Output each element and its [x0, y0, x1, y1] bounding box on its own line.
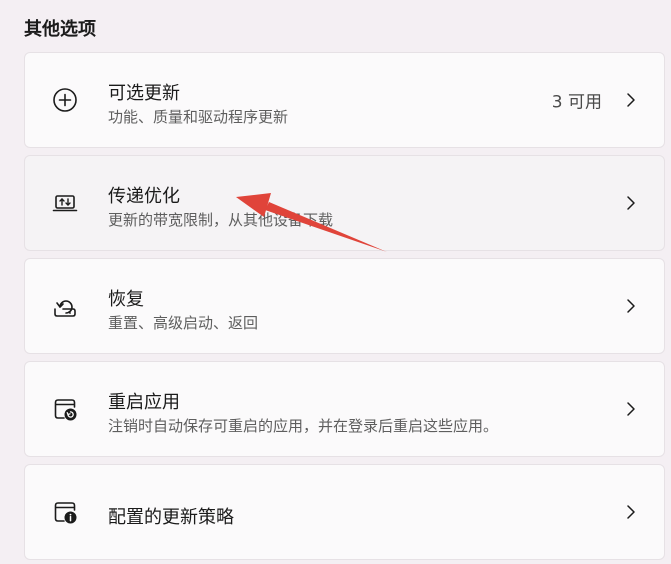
plus-circle-icon: [51, 86, 79, 114]
recovery-icon: [51, 292, 79, 320]
delivery-optimization-subtitle: 更新的带宽限制，从其他设备下载: [108, 211, 334, 229]
delivery-optimization-card[interactable]: 传递优化 更新的带宽限制，从其他设备下载: [24, 155, 665, 251]
chevron-right-icon: [624, 399, 638, 419]
restart-apps-icon: [51, 395, 79, 423]
delivery-optimization-title: 传递优化: [108, 186, 180, 207]
restart-apps-card[interactable]: 重启应用 注销时自动保存可重启的应用，并在登录后重启这些应用。: [24, 361, 665, 457]
optional-updates-card[interactable]: 可选更新 功能、质量和驱动程序更新 3 可用: [24, 52, 665, 148]
laptop-transfer-icon: [51, 189, 79, 217]
chevron-right-icon: [624, 90, 638, 110]
chevron-right-icon: [624, 502, 638, 522]
restart-apps-title: 重启应用: [108, 392, 180, 413]
chevron-right-icon: [624, 296, 638, 316]
chevron-right-icon: [624, 193, 638, 213]
recovery-card[interactable]: 恢复 重置、高级启动、返回: [24, 258, 665, 354]
update-policies-card[interactable]: 配置的更新策略: [24, 464, 665, 560]
restart-apps-subtitle: 注销时自动保存可重启的应用，并在登录后重启这些应用。: [108, 417, 499, 435]
optional-updates-title: 可选更新: [108, 83, 180, 104]
recovery-title: 恢复: [108, 289, 144, 310]
section-title: 其他选项: [24, 19, 96, 40]
recovery-subtitle: 重置、高级启动、返回: [108, 314, 259, 332]
policy-info-icon: [51, 498, 79, 526]
optional-updates-subtitle: 功能、质量和驱动程序更新: [108, 108, 289, 126]
update-policies-title: 配置的更新策略: [108, 507, 234, 528]
optional-updates-count: 3 可用: [551, 92, 602, 113]
